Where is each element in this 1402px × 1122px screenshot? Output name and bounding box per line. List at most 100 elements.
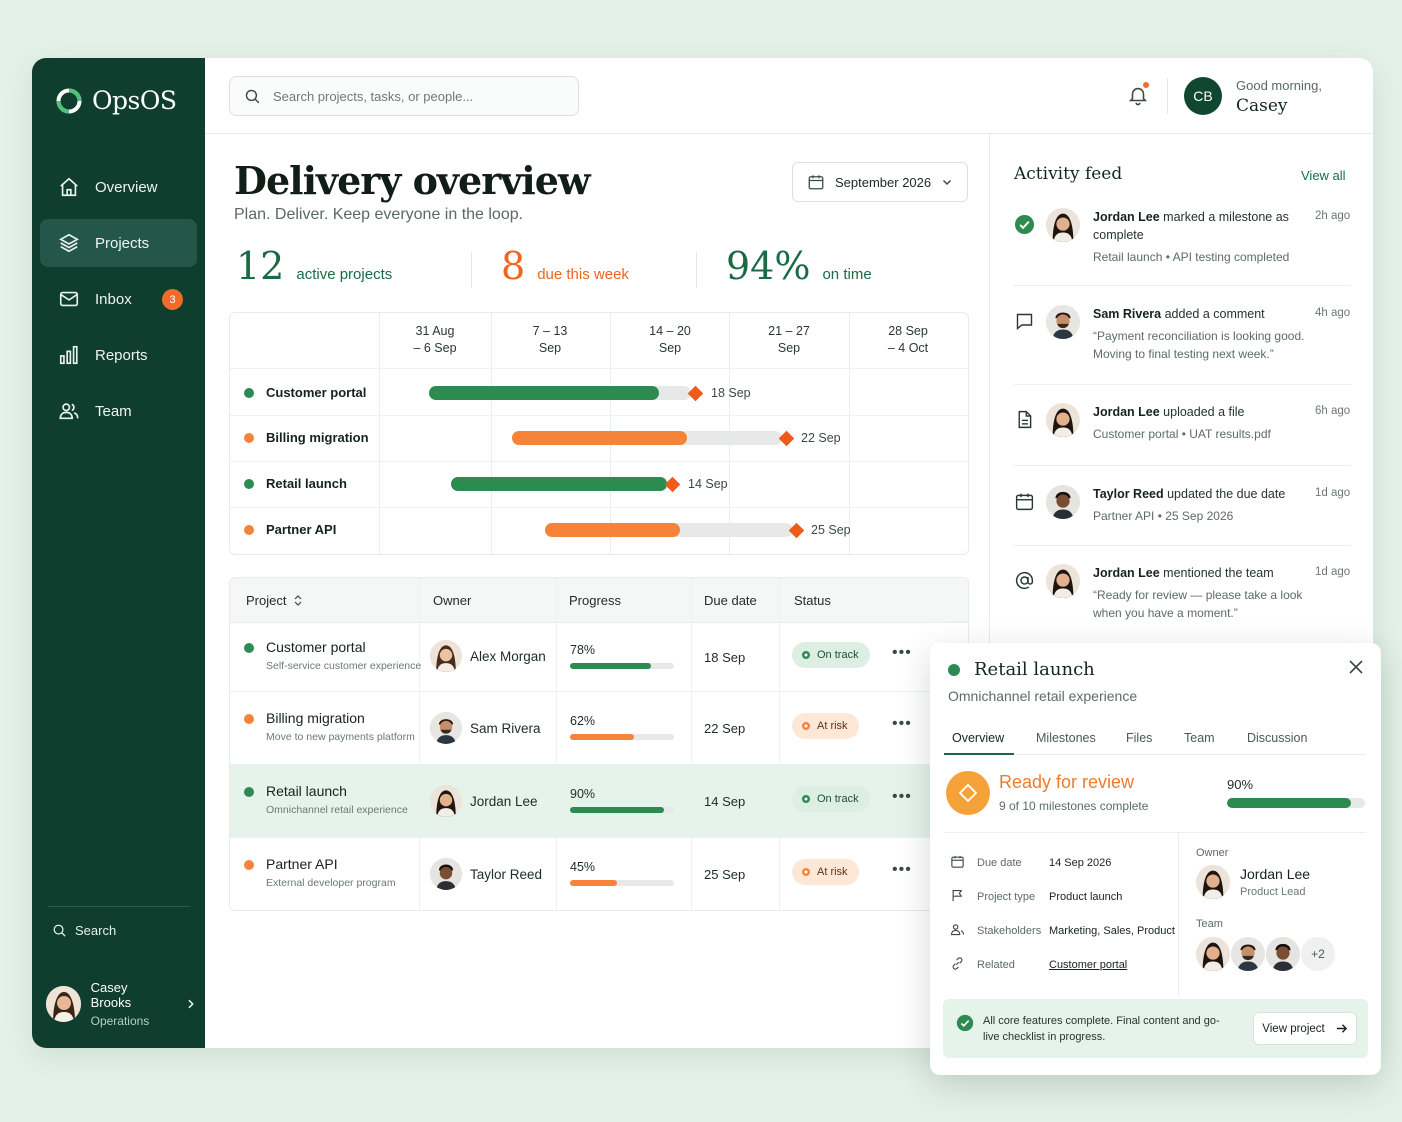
detail-footer: All core features complete. Final conten…	[943, 999, 1368, 1058]
timeline-row-label[interactable]: Partner API	[244, 522, 336, 537]
sidebar-item-projects[interactable]: Projects	[40, 219, 197, 267]
tab-team[interactable]: Team	[1184, 731, 1215, 745]
team-avatars[interactable]: +2	[1196, 937, 1335, 971]
timeline-bar[interactable]	[429, 386, 659, 400]
view-all-link[interactable]: View all	[1301, 168, 1346, 183]
view-project-button[interactable]: View project	[1253, 1012, 1357, 1045]
search-input[interactable]	[273, 88, 563, 104]
week-header: 31 Aug – 6 Sep	[376, 323, 494, 357]
avatar	[1046, 208, 1080, 242]
team-label: Team	[1196, 918, 1223, 930]
grid-line	[230, 415, 968, 416]
progress-cell: 78%	[570, 643, 674, 669]
row-more-button[interactable]: •••	[892, 644, 912, 662]
detail-tabs: Overview Milestones Files Team Discussio…	[944, 725, 1366, 755]
sidebar-item-overview[interactable]: Overview	[40, 163, 197, 211]
arrow-right-icon	[1336, 1024, 1347, 1033]
field-value: Product launch	[1049, 891, 1123, 903]
owner-header: Owner	[433, 593, 472, 608]
sidebar-item-inbox[interactable]: Inbox 3	[40, 275, 197, 323]
search-icon	[245, 89, 260, 103]
projects-table: Project Owner Progress Due date Status C…	[229, 577, 969, 911]
page-title: Delivery overview	[234, 158, 591, 203]
activity-actor: Jordan Lee	[1093, 210, 1160, 224]
timeline-row-label[interactable]: Billing migration	[244, 430, 369, 445]
timeline-row-label[interactable]: Customer portal	[244, 385, 366, 400]
sidebar-item-label: Reports	[95, 346, 148, 364]
week-label: 7 – 13	[532, 324, 568, 338]
status-dot-icon	[802, 722, 810, 730]
activity-detail: Customer portal • UAT results.pdf	[1093, 427, 1271, 441]
row-more-button[interactable]: •••	[892, 861, 912, 879]
mail-icon	[59, 291, 79, 307]
progress-cell: 62%	[570, 714, 674, 740]
progress-bar	[570, 734, 674, 740]
activity-time: 6h ago	[1315, 405, 1351, 417]
week-header: 21 – 27 Sep	[730, 323, 848, 357]
detail-progress-bar	[1227, 798, 1365, 808]
detail-progress-value: 90%	[1227, 777, 1254, 792]
owner-info[interactable]: Jordan Lee Product Lead	[1196, 865, 1310, 899]
status-label: On track	[817, 649, 859, 661]
avatar	[1266, 937, 1300, 971]
grid-line	[230, 368, 968, 369]
sidebar-item-reports[interactable]: Reports	[40, 331, 197, 379]
related-project-link[interactable]: Customer portal	[1049, 959, 1127, 971]
timeline-bar[interactable]	[512, 431, 687, 445]
activity-actor: Jordan Lee	[1093, 405, 1160, 419]
tab-files[interactable]: Files	[1126, 731, 1152, 745]
project-name: Retail launch	[266, 783, 347, 799]
logo[interactable]: OpsOS	[56, 86, 177, 115]
stat-value: 12	[236, 244, 285, 288]
sidebar-item-team[interactable]: Team	[40, 387, 197, 435]
milestone-diamond[interactable]	[687, 385, 704, 402]
link-icon	[952, 957, 963, 970]
field-key: Related	[977, 959, 1015, 971]
table-row[interactable]: Customer portal Self-service customer exp…	[230, 623, 968, 692]
table-row[interactable]: Billing migration Move to new payments pl…	[230, 692, 968, 765]
layers-icon	[59, 233, 79, 253]
progress-bar	[570, 880, 674, 886]
field-stakeholders: Stakeholders Marketing, Sales, Product	[950, 922, 1175, 940]
progress-fill	[570, 734, 635, 740]
activity-text: Jordan Lee uploaded a file Customer porta…	[1093, 403, 1293, 443]
progress-header: Progress	[569, 593, 622, 608]
logo-icon	[56, 88, 82, 113]
notification-dot	[1143, 82, 1149, 88]
sort-project-header[interactable]: Project	[246, 593, 302, 608]
more-members-count[interactable]: +2	[1301, 937, 1335, 971]
file-icon	[1018, 410, 1032, 429]
sidebar-search[interactable]: Search	[52, 923, 116, 938]
header-label: Project	[246, 593, 287, 608]
user-profile[interactable]: Casey Brooks Operations	[46, 980, 196, 1028]
table-row[interactable]: Partner API External developer program Ta…	[230, 838, 968, 910]
timeline-bar[interactable]	[545, 523, 680, 537]
row-more-button[interactable]: •••	[892, 715, 912, 733]
table-row[interactable]: Retail launch Omnichannel retail experien…	[230, 765, 968, 838]
tab-milestones[interactable]: Milestones	[1036, 731, 1096, 745]
milestone-diamond[interactable]	[778, 430, 795, 447]
global-search[interactable]	[229, 76, 579, 116]
sidebar-item-label: Projects	[95, 234, 150, 252]
timeline-bar[interactable]	[451, 477, 667, 491]
person-avatar-icon	[1231, 937, 1265, 971]
status-dot	[244, 714, 254, 724]
month-picker[interactable]: September 2026	[792, 162, 968, 202]
status-dot-icon	[802, 868, 810, 876]
tab-overview[interactable]: Overview	[952, 731, 1004, 745]
activity-action: mentioned the team	[1163, 566, 1274, 580]
users-icon	[950, 924, 964, 936]
stat-value: 8	[501, 244, 526, 288]
due-date: 25 Sep	[704, 867, 746, 882]
activity-time: 1d ago	[1315, 566, 1351, 578]
person-avatar-icon	[1196, 937, 1230, 971]
tab-discussion[interactable]: Discussion	[1247, 731, 1307, 745]
timeline-row-label[interactable]: Retail launch	[244, 476, 347, 491]
status-dot	[244, 387, 254, 398]
row-more-button[interactable]: •••	[892, 788, 912, 806]
user-initials-avatar[interactable]: CB	[1184, 77, 1222, 115]
week-header: 28 Sep – 4 Oct	[849, 323, 967, 357]
project-detail-panel: Retail launch Omnichannel retail experie…	[930, 643, 1381, 1075]
stats-row: 12 active projects 8 due this week 94% o…	[234, 244, 969, 292]
close-icon[interactable]	[1347, 658, 1365, 676]
